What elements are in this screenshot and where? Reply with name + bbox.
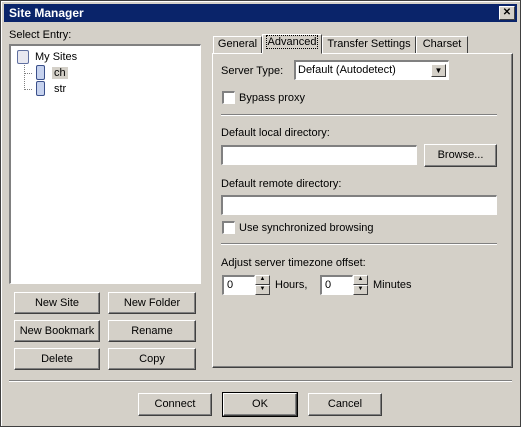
site-icon xyxy=(36,81,45,96)
tab-charset[interactable]: Charset xyxy=(416,36,468,53)
minutes-label: Minutes xyxy=(373,279,412,291)
site-tree[interactable]: My Sites ch str xyxy=(9,44,201,284)
new-bookmark-label: New Bookmark xyxy=(19,325,95,337)
bypass-proxy-label: Bypass proxy xyxy=(239,92,306,104)
close-icon: ✕ xyxy=(502,7,512,18)
minutes-value: 0 xyxy=(325,279,332,291)
timezone-label: Adjust server timezone offset: xyxy=(221,257,366,269)
new-bookmark-button[interactable]: New Bookmark xyxy=(14,320,100,342)
rename-label: Rename xyxy=(131,325,173,337)
server-type-label: Server Type: xyxy=(221,65,284,77)
spin-up-icon[interactable]: ▲ xyxy=(353,275,368,285)
server-type-value: Default (Autodetect) xyxy=(298,64,396,76)
copy-button[interactable]: Copy xyxy=(108,348,196,370)
tab-general[interactable]: General xyxy=(213,36,262,53)
default-local-dir-label: Default local directory: xyxy=(221,127,330,139)
tab-label: Transfer Settings xyxy=(327,38,411,50)
new-site-button[interactable]: New Site xyxy=(14,292,100,314)
rename-button[interactable]: Rename xyxy=(108,320,196,342)
tab-label: General xyxy=(217,38,258,50)
tree-item-label: str xyxy=(54,83,67,95)
window-title: Site Manager xyxy=(9,6,84,20)
tab-transfer-settings[interactable]: Transfer Settings xyxy=(322,36,416,53)
default-remote-dir-label: Default remote directory: xyxy=(221,178,342,190)
tree-connector xyxy=(24,73,32,74)
select-entry-label: Select Entry: xyxy=(9,29,72,41)
tree-item-my-sites[interactable]: My Sites xyxy=(15,49,195,65)
default-local-dir-input[interactable] xyxy=(221,145,417,165)
connect-label: Connect xyxy=(154,398,196,410)
default-remote-dir-input[interactable] xyxy=(221,195,497,215)
folder-icon xyxy=(17,50,29,64)
server-type-select[interactable]: Default (Autodetect) ▼ xyxy=(294,60,449,80)
tree-root-label: My Sites xyxy=(35,51,78,63)
title-bar[interactable]: Site Manager ✕ xyxy=(4,4,517,22)
ok-label: OK xyxy=(252,398,268,410)
minutes-input[interactable]: 0 xyxy=(320,275,353,295)
hours-label: Hours, xyxy=(275,279,308,291)
tab-label: Advanced xyxy=(265,35,319,49)
tab-label: Charset xyxy=(422,38,462,50)
separator xyxy=(221,114,497,116)
spin-down-icon[interactable]: ▼ xyxy=(353,285,368,295)
new-folder-button[interactable]: New Folder xyxy=(108,292,196,314)
copy-label: Copy xyxy=(139,353,165,365)
tree-item-ch[interactable]: ch xyxy=(33,65,73,81)
hours-value: 0 xyxy=(227,279,234,291)
hours-input[interactable]: 0 xyxy=(222,275,255,295)
sync-browsing-checkbox[interactable] xyxy=(222,221,235,234)
cancel-button[interactable]: Cancel xyxy=(308,393,382,416)
bypass-proxy-checkbox[interactable] xyxy=(222,91,235,104)
tree-item-label: ch xyxy=(52,67,68,79)
browse-button[interactable]: Browse... xyxy=(424,144,497,167)
tree-item-str[interactable]: str xyxy=(33,81,73,97)
cancel-label: Cancel xyxy=(327,398,363,410)
site-icon xyxy=(36,65,45,80)
footer-separator xyxy=(9,380,512,382)
delete-button[interactable]: Delete xyxy=(14,348,100,370)
separator xyxy=(221,243,497,245)
chevron-down-icon[interactable]: ▼ xyxy=(431,64,446,77)
new-site-label: New Site xyxy=(34,297,80,309)
tree-connector xyxy=(24,89,32,90)
browse-label: Browse... xyxy=(437,149,484,161)
ok-button[interactable]: OK xyxy=(222,392,298,417)
tree-connector xyxy=(24,65,25,90)
connect-button[interactable]: Connect xyxy=(138,393,212,416)
delete-label: Delete xyxy=(41,353,73,365)
sync-browsing-label: Use synchronized browsing xyxy=(239,222,374,234)
spin-up-icon[interactable]: ▲ xyxy=(255,275,270,285)
close-button[interactable]: ✕ xyxy=(499,6,515,20)
tab-advanced[interactable]: Advanced xyxy=(262,34,322,54)
new-folder-label: New Folder xyxy=(123,297,181,309)
spin-down-icon[interactable]: ▼ xyxy=(255,285,270,295)
